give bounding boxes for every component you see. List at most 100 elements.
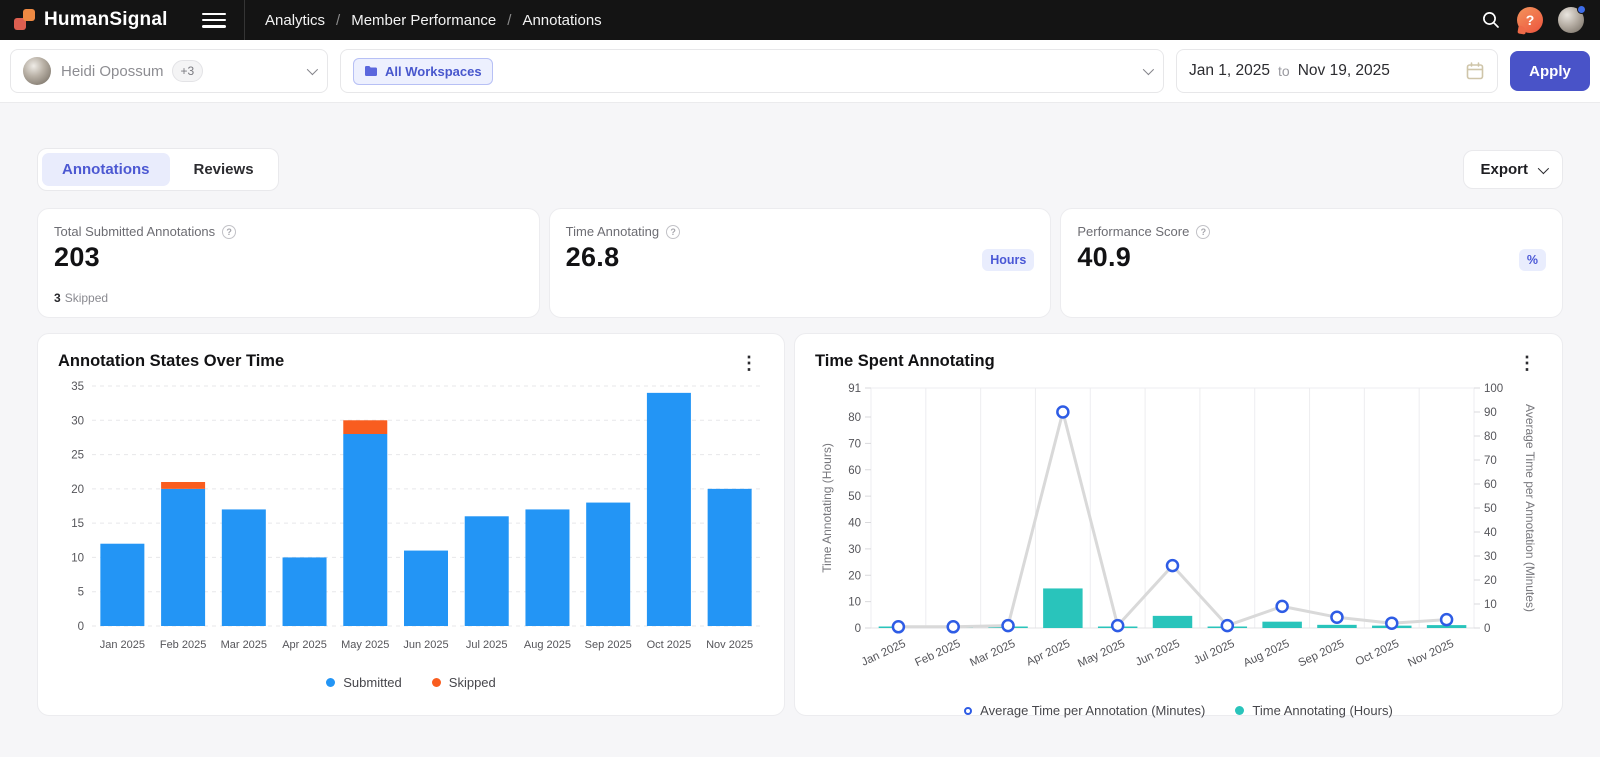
x-tick-label: Aug 2025 [524, 639, 571, 651]
submitted-bar [283, 557, 327, 626]
stat-label: Total Submitted Annotations [54, 224, 215, 239]
x-tick-label: Mar 2025 [221, 639, 267, 651]
hours-bar [1153, 616, 1192, 628]
member-name: Heidi Opossum [61, 63, 164, 80]
y-tick-label: 5 [78, 587, 84, 599]
legend-item-skipped[interactable]: Skipped [432, 675, 496, 690]
x-tick-label: Apr 2025 [282, 639, 327, 651]
date-to-word: to [1278, 63, 1290, 79]
right-tick-label: 40 [1484, 527, 1497, 539]
top-nav-bar: HumanSignal Analytics / Member Performan… [0, 0, 1600, 40]
help-tooltip-icon[interactable]: ? [1196, 225, 1210, 239]
breadcrumb-member-performance[interactable]: Member Performance [351, 12, 496, 29]
annotation-states-chart-card: Annotation States Over Time ⋮ 0510152025… [37, 333, 785, 716]
right-tick-label: 70 [1484, 455, 1497, 467]
submitted-bar [708, 489, 752, 626]
date-range-picker[interactable]: Jan 1, 2025 to Nov 19, 2025 [1176, 49, 1498, 93]
submitted-bar [100, 544, 144, 626]
breadcrumb-analytics[interactable]: Analytics [265, 12, 325, 29]
x-tick-label: Nov 2025 [706, 639, 753, 651]
avg-time-marker [1003, 620, 1014, 631]
status-dot [1577, 5, 1586, 14]
unit-badge: % [1519, 249, 1546, 271]
submitted-bar [465, 516, 509, 626]
x-tick-label: Apr 2025 [1025, 638, 1072, 669]
y-tick-label: 25 [71, 450, 84, 462]
help-icon[interactable]: ? [1517, 7, 1543, 33]
y-tick-label: 10 [71, 552, 84, 564]
y-tick-label: 0 [78, 621, 84, 633]
right-axis-title: Average Time per Annotation (Minutes) [1523, 404, 1537, 612]
extra-members-badge: +3 [172, 60, 204, 82]
stat-value: 26.8 [566, 242, 1035, 273]
left-tick-label: 60 [848, 465, 861, 477]
left-axis-title: Time Annotating (Hours) [820, 443, 834, 573]
legend-item[interactable]: Average Time per Annotation (Minutes) [964, 703, 1205, 718]
kebab-menu-icon[interactable]: ⋮ [1512, 352, 1542, 374]
humansignal-logo-icon [14, 9, 36, 31]
member-selector[interactable]: Heidi Opossum +3 [10, 49, 328, 93]
breadcrumb-separator: / [507, 12, 511, 29]
chart-title: Time Spent Annotating [815, 352, 995, 371]
tab-bar: Annotations Reviews [37, 148, 279, 191]
x-tick-label: May 2025 [1076, 638, 1127, 670]
legend-dot [964, 707, 972, 715]
left-tick-label: 91 [848, 383, 861, 395]
submitted-bar [586, 503, 630, 626]
export-label: Export [1480, 161, 1528, 178]
legend-dot [432, 678, 441, 687]
tab-reviews[interactable]: Reviews [174, 153, 274, 186]
brand-section: HumanSignal [0, 0, 245, 40]
y-tick-label: 15 [71, 518, 84, 530]
breadcrumb-annotations: Annotations [522, 12, 601, 29]
stat-value: 40.9 [1077, 242, 1546, 273]
chevron-down-icon [1538, 162, 1549, 173]
date-to: Nov 19, 2025 [1298, 62, 1390, 80]
legend-item[interactable]: Time Annotating (Hours) [1235, 703, 1392, 718]
right-tick-label: 20 [1484, 575, 1497, 587]
help-tooltip-icon[interactable]: ? [666, 225, 680, 239]
search-icon[interactable] [1480, 9, 1502, 31]
skipped-bar-segment [161, 482, 205, 489]
left-tick-label: 10 [848, 597, 861, 609]
avg-time-marker [948, 621, 959, 632]
apply-button[interactable]: Apply [1510, 51, 1590, 91]
kebab-menu-icon[interactable]: ⋮ [734, 352, 764, 374]
stat-card-time-annotating: Time Annotating ? 26.8 Hours [549, 208, 1052, 318]
stat-card-total-submitted: Total Submitted Annotations ? 203 3Skipp… [37, 208, 540, 318]
x-tick-label: Jul 2025 [1192, 638, 1236, 667]
stat-label: Time Annotating [566, 224, 659, 239]
workspace-selector[interactable]: All Workspaces [340, 49, 1164, 93]
avg-time-marker [1331, 612, 1342, 623]
chevron-down-icon [307, 64, 318, 75]
hamburger-menu-icon[interactable] [202, 13, 226, 28]
x-tick-label: Jul 2025 [466, 639, 508, 651]
tab-annotations[interactable]: Annotations [42, 153, 170, 186]
right-tick-label: 100 [1484, 383, 1503, 395]
folder-icon [364, 65, 378, 77]
right-tick-label: 50 [1484, 503, 1497, 515]
chevron-down-icon [1143, 64, 1154, 75]
left-tick-label: 50 [848, 491, 861, 503]
avg-time-marker [1057, 407, 1068, 418]
time-spent-chart-card: Time Spent Annotating ⋮ 0102030405060708… [794, 333, 1563, 716]
submitted-bar [222, 509, 266, 626]
avg-time-marker [1167, 560, 1178, 571]
left-tick-label: 30 [848, 544, 861, 556]
user-avatar[interactable] [1558, 7, 1584, 33]
help-tooltip-icon[interactable]: ? [222, 225, 236, 239]
brand-name: HumanSignal [44, 9, 168, 31]
submitted-bar [525, 509, 569, 626]
left-tick-label: 80 [848, 412, 861, 424]
export-button[interactable]: Export [1463, 150, 1563, 189]
hours-bar [1262, 622, 1301, 628]
workspace-chip[interactable]: All Workspaces [353, 58, 493, 85]
x-tick-label: Mar 2025 [968, 638, 1017, 669]
legend-label: Time Annotating (Hours) [1252, 703, 1392, 718]
workspace-chip-label: All Workspaces [385, 64, 482, 79]
legend-label: Skipped [449, 675, 496, 690]
left-tick-label: 40 [848, 518, 861, 530]
legend-item-submitted[interactable]: Submitted [326, 675, 402, 690]
submitted-bar [404, 551, 448, 626]
stat-footnote: 3Skipped [54, 291, 108, 305]
